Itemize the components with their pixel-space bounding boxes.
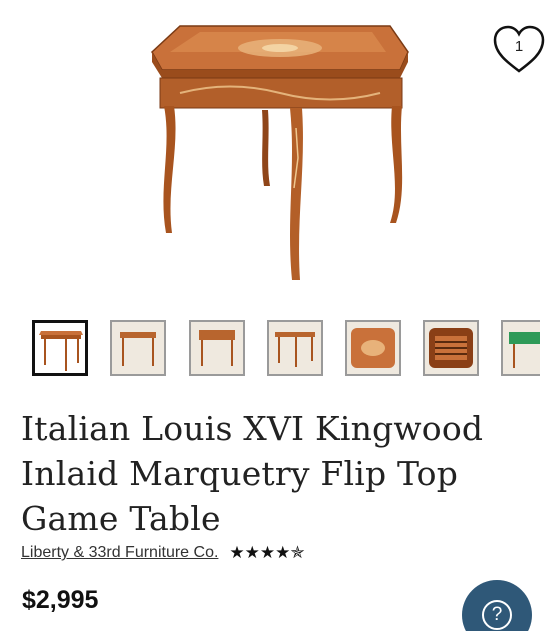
thumbnail-4[interactable] <box>267 320 323 376</box>
help-chat-button[interactable]: ? <box>462 580 532 631</box>
seller-link[interactable]: Liberty & 33rd Furniture Co. <box>21 544 218 562</box>
table-illustration <box>151 25 409 280</box>
thumbnail-1[interactable] <box>32 320 88 376</box>
thumbnail-strip[interactable] <box>32 320 540 378</box>
favorite-count: 1 <box>514 38 524 55</box>
seller-rating-row: Liberty & 33rd Furniture Co. ★★★★✯ <box>21 542 305 564</box>
favorite-button[interactable]: 1 <box>492 24 546 76</box>
product-title: Italian Louis XVI Kingwood Inlaid Marque… <box>21 409 484 538</box>
thumbnail-6[interactable] <box>423 320 479 376</box>
thumbnail-7[interactable] <box>501 320 540 376</box>
thumbnail-5[interactable] <box>345 320 401 376</box>
thumbnail-3[interactable] <box>189 320 245 376</box>
thumbnail-2[interactable] <box>110 320 166 376</box>
product-main-image[interactable] <box>0 0 560 300</box>
rating-stars[interactable]: ★★★★✯ <box>229 543 304 563</box>
question-circle-icon: ? <box>482 600 512 630</box>
product-price: $2,995 <box>22 586 99 614</box>
